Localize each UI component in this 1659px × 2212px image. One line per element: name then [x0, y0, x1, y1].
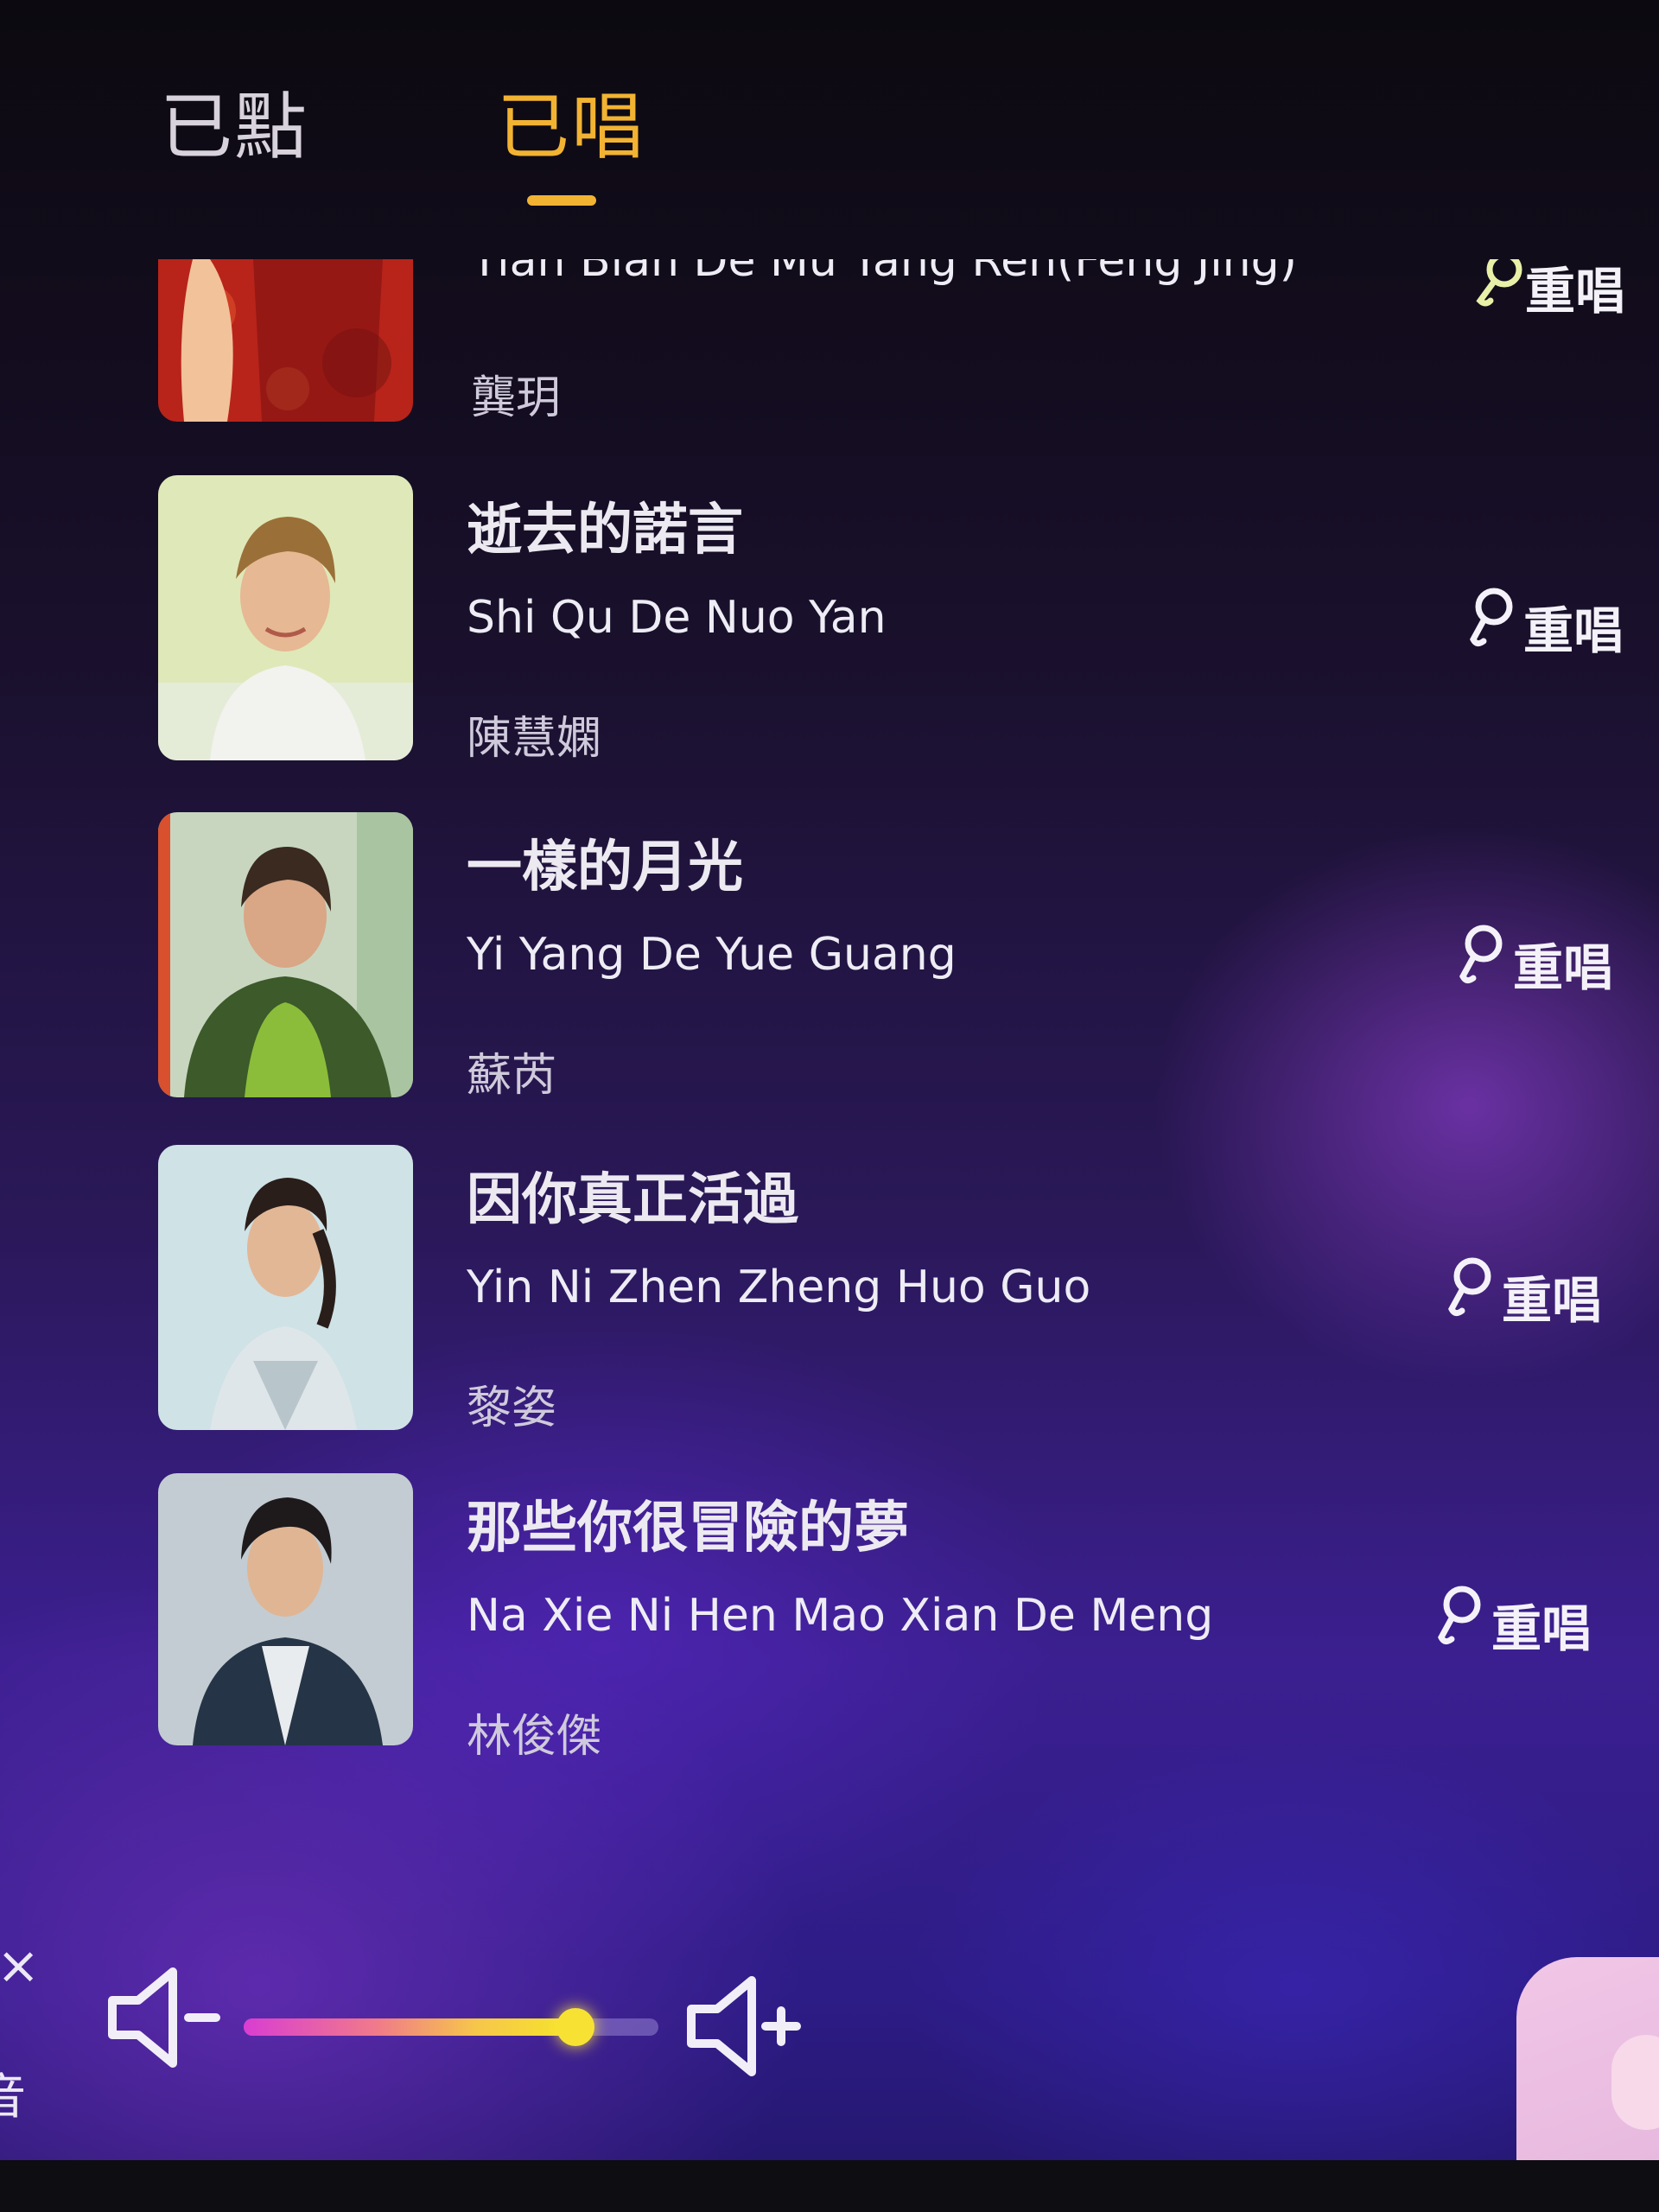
artist-thumbnail — [158, 475, 413, 760]
resing-label: 重唱 — [1491, 1599, 1592, 1658]
mic-icon — [1465, 586, 1523, 667]
close-icon[interactable]: × — [0, 1936, 40, 1996]
song-artist: 蘇芮 — [467, 1050, 557, 1102]
song-row[interactable]: 一樣的月光 Yi Yang De Yue Guang 蘇芮 重唱 — [0, 812, 1659, 1115]
resing-label: 重唱 — [1523, 601, 1624, 660]
resing-button[interactable]: 重唱 — [1473, 259, 1625, 323]
song-artist: 黎姿 — [467, 1382, 557, 1434]
mic-icon — [1443, 1255, 1502, 1337]
screen-bezel — [0, 2160, 1659, 2212]
resing-label: 重唱 — [1502, 1271, 1603, 1330]
resing-button[interactable]: 重唱 — [1443, 1257, 1602, 1335]
song-artist: 龔玥 — [471, 372, 562, 424]
volume-knob[interactable] — [556, 2008, 594, 2046]
volume-down-icon — [104, 1967, 225, 2077]
song-row[interactable]: 因你真正活過 Yin Ni Zhen Zheng Huo Guo 黎姿 重唱 — [0, 1145, 1659, 1447]
song-pinyin: Yin Ni Zhen Zheng Huo Guo — [467, 1262, 1091, 1313]
song-title: 一樣的月光 — [467, 836, 743, 899]
song-title: 因你真正活過 — [467, 1168, 798, 1232]
mic-icon — [1454, 923, 1513, 1004]
song-pinyin: Na Xie Ni Hen Mao Xian De Meng — [467, 1590, 1214, 1642]
mic-icon — [1473, 259, 1525, 323]
tab-queued[interactable]: 已點 — [160, 69, 308, 174]
song-title: 逝去的諾言 — [467, 499, 743, 563]
resing-button[interactable]: 重唱 — [1433, 1586, 1592, 1663]
artist-thumbnail — [158, 1145, 413, 1430]
active-tab-indicator — [527, 195, 596, 206]
song-artist: 林俊傑 — [467, 1711, 602, 1763]
edge-label[interactable]: 音 — [0, 2058, 26, 2128]
volume-down-button[interactable] — [104, 1961, 225, 2077]
song-row-partial[interactable]: Tian Bian De Mu Yang Ren(Feng Jing) 龔玥 重… — [0, 259, 1659, 432]
resing-label: 重唱 — [1513, 938, 1614, 997]
song-title: 那些你很冒險的夢 — [467, 1497, 909, 1560]
song-artist: 陳慧嫻 — [467, 713, 602, 765]
volume-up-button[interactable] — [683, 1970, 804, 2086]
resing-button[interactable]: 重唱 — [1465, 588, 1624, 665]
artist-thumbnail — [158, 812, 413, 1097]
song-pinyin: Tian Bian De Mu Yang Ren(Feng Jing) — [471, 259, 1297, 287]
mic-icon — [1433, 1584, 1491, 1665]
song-row[interactable]: 那些你很冒險的夢 Na Xie Ni Hen Mao Xian De Meng … — [0, 1473, 1659, 1776]
resing-label: 重唱 — [1525, 262, 1626, 321]
song-pinyin: Shi Qu De Nuo Yan — [467, 592, 887, 644]
volume-up-icon — [683, 1976, 804, 2086]
tab-sung[interactable]: 已唱 — [497, 69, 645, 174]
artist-thumbnail — [158, 259, 413, 422]
karaoke-screen: 已點 已唱 Tian Bian De Mu Yang Ren(Feng Jing… — [0, 0, 1659, 2212]
song-row[interactable]: 逝去的諾言 Shi Qu De Nuo Yan 陳慧嫻 重唱 — [0, 475, 1659, 778]
volume-fill — [244, 2018, 575, 2036]
artist-thumbnail — [158, 1473, 413, 1745]
resing-button[interactable]: 重唱 — [1454, 925, 1613, 1002]
volume-slider[interactable] — [244, 2008, 658, 2046]
song-pinyin: Yi Yang De Yue Guang — [467, 929, 957, 981]
mic-icon — [1611, 2035, 1659, 2130]
